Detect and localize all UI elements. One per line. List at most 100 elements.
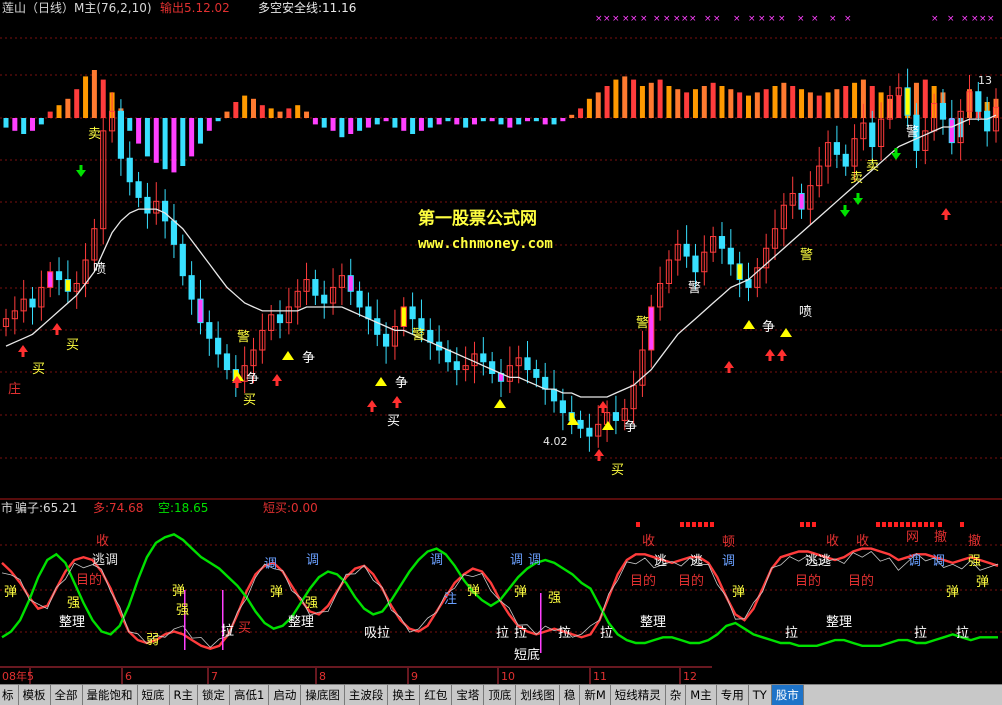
oscillator-label: 目的 [630, 573, 656, 589]
oscillator-label: 收 [642, 534, 655, 549]
tab-稳[interactable]: 稳 [560, 685, 581, 705]
candle-body [64, 279, 71, 292]
buy-arrow [941, 208, 951, 215]
tab-新M[interactable]: 新M [580, 685, 611, 705]
momentum-bar [807, 92, 813, 118]
candle-body [409, 306, 416, 320]
x-tick-label: 12 [683, 670, 697, 683]
buy-arrow [52, 323, 62, 330]
tab-短底[interactable]: 短底 [138, 685, 170, 705]
x-tick-label: 11 [593, 670, 607, 683]
momentum-bar [224, 111, 230, 118]
tab-模板[interactable]: 模板 [19, 685, 51, 705]
momentum-bar [259, 105, 265, 118]
momentum-bar [153, 118, 159, 163]
tab-M主[interactable]: M主 [686, 685, 717, 705]
signal-label: 卖 [88, 127, 101, 142]
output-value: 输出5.12.02 [160, 0, 230, 15]
momentum-bar [127, 118, 133, 131]
tab-锁定[interactable]: 锁定 [198, 685, 230, 705]
watermark-title: 第一股票公式网 [418, 208, 537, 229]
tab-TY[interactable]: TY [749, 685, 772, 705]
candle-body [692, 255, 699, 273]
buy-arrow [18, 345, 28, 352]
tab-宝塔[interactable]: 宝塔 [452, 685, 485, 705]
tab-量能饱和[interactable]: 量能饱和 [83, 685, 138, 705]
top-cross-marker: × [622, 14, 630, 24]
tab-主波段[interactable]: 主波段 [345, 685, 389, 705]
tab-R主[interactable]: R主 [170, 685, 198, 705]
momentum-bar [383, 118, 389, 122]
tab-顶底[interactable]: 顶底 [484, 685, 517, 705]
momentum-bar [339, 118, 345, 138]
momentum-bar [781, 82, 787, 118]
signal-label: 争 [302, 351, 315, 366]
oscillator-label: 收 [856, 534, 869, 549]
momentum-bar [675, 89, 681, 118]
top-cross-marker: × [630, 14, 638, 24]
tab-红包[interactable]: 红包 [420, 685, 453, 705]
signal-block [894, 522, 898, 527]
top-cross-marker: × [947, 14, 955, 24]
oscillator-label: 强 [67, 596, 80, 611]
momentum-bar [790, 86, 796, 118]
candle-body [975, 91, 982, 112]
chart-title: 莲山（日线）M主(76,2,10) [2, 1, 152, 15]
signal-block [906, 522, 910, 527]
momentum-bar [754, 92, 760, 118]
oscillator-label: 调 [908, 554, 921, 569]
tab-股市[interactable]: 股市 [771, 685, 804, 705]
tab-高低1[interactable]: 高低1 [230, 685, 270, 705]
buy-arrow-stem [21, 352, 25, 357]
momentum-bar [746, 95, 751, 118]
oscillator-label: 目的 [678, 573, 704, 589]
momentum-bar [436, 118, 442, 125]
tab-启动[interactable]: 启动 [269, 685, 302, 705]
candle-body [489, 361, 496, 374]
momentum-bar [498, 118, 504, 125]
candle-body [223, 353, 231, 371]
momentum-bar [321, 118, 327, 128]
tab-全部[interactable]: 全部 [51, 685, 83, 705]
lower-value-4: 短买:0.00 [263, 501, 318, 515]
oscillator-label: 调 [430, 553, 443, 568]
top-cross-marker: × [758, 14, 766, 24]
oscillator-label: 目的 [795, 573, 821, 589]
tab-操底图[interactable]: 操底图 [301, 685, 345, 705]
top-cross-marker: × [961, 14, 969, 24]
tab-标[interactable]: 标 [0, 685, 19, 705]
momentum-bar [737, 92, 743, 118]
warning-triangle [602, 421, 614, 430]
top-cross-marker: × [797, 14, 805, 24]
safety-line-value: 多空安全线:11.16 [258, 0, 356, 15]
momentum-bar [12, 118, 18, 131]
candle-body [869, 122, 876, 148]
top-cross-marker: × [829, 14, 837, 24]
momentum-bar [799, 89, 805, 118]
warning-triangle [743, 320, 755, 329]
momentum-bar [56, 105, 62, 118]
momentum-bar [144, 118, 150, 157]
tab-杂[interactable]: 杂 [666, 685, 687, 705]
warning-triangle [780, 328, 792, 337]
momentum-bar [648, 82, 654, 118]
tab-专用[interactable]: 专用 [717, 685, 749, 705]
momentum-bar [392, 118, 398, 128]
momentum-bar [401, 118, 407, 131]
candle-body [29, 298, 36, 308]
oscillator-label: 强 [968, 554, 981, 569]
tab-划线图[interactable]: 划线图 [516, 685, 560, 705]
warning-triangle [494, 399, 506, 408]
stock-chart[interactable]: 卖喷买警争庄买买警争争买争买警警争喷警卖卖警× × × × × × × × × × × × × × × × × ×… [0, 0, 1002, 705]
momentum-bar [719, 86, 725, 118]
signal-label: 争 [762, 320, 775, 335]
tab-短线精灵[interactable]: 短线精灵 [611, 685, 666, 705]
momentum-bar [701, 86, 707, 118]
signal-label: 卖 [850, 171, 863, 186]
momentum-bar [47, 111, 53, 118]
oscillator-label: 强 [305, 596, 318, 611]
oscillator-label: 弹 [270, 585, 283, 600]
tab-换主[interactable]: 换主 [388, 685, 421, 705]
momentum-bar [604, 86, 610, 118]
candle-body [179, 243, 186, 277]
